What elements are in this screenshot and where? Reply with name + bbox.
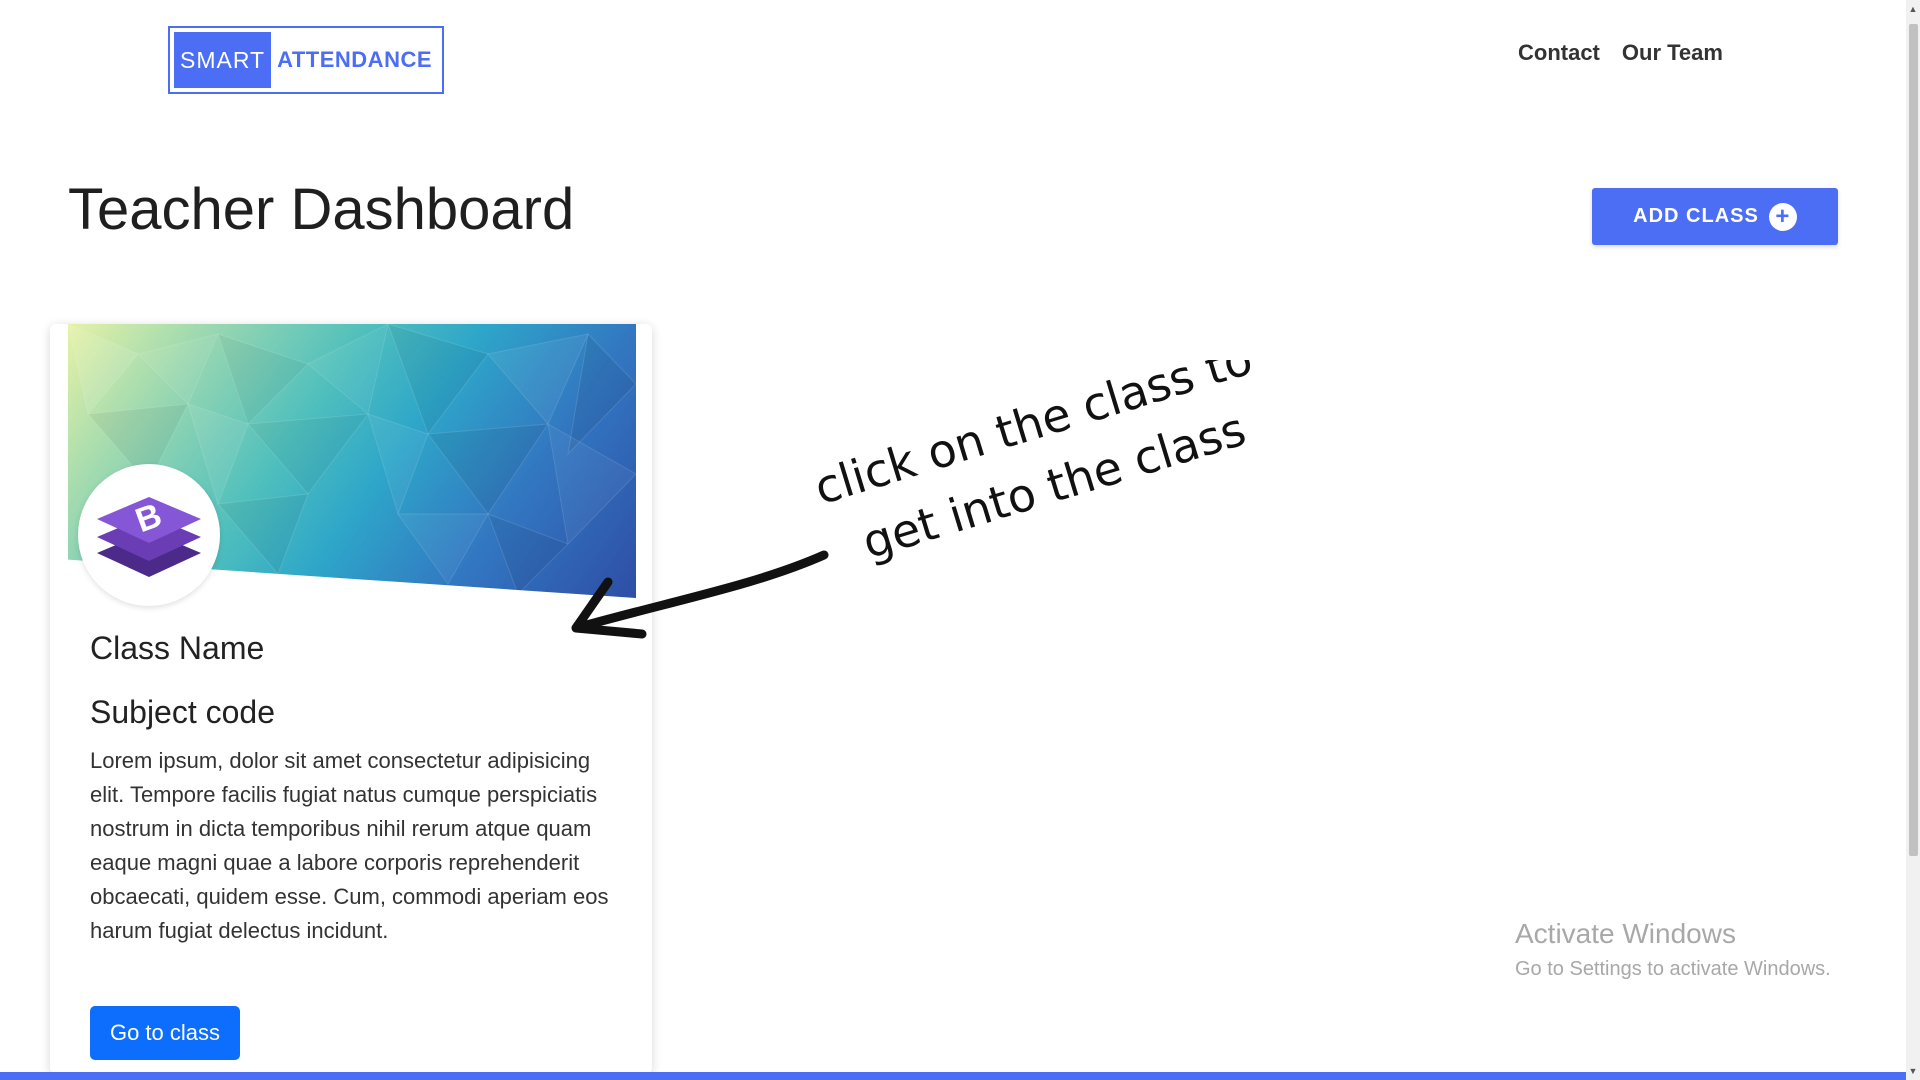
scroll-thumb[interactable]: [1909, 24, 1918, 856]
top-nav: Contact Our Team: [1518, 40, 1723, 66]
go-to-class-button[interactable]: Go to class: [90, 1006, 240, 1060]
logo-attendance-text: ATTENDANCE: [277, 47, 433, 72]
brand-logo[interactable]: SMART ATTENDANCE: [168, 26, 444, 94]
vertical-scrollbar[interactable]: ▲ ▼: [1906, 0, 1920, 1080]
windows-activation-watermark: Activate Windows Go to Settings to activ…: [1515, 918, 1831, 981]
scroll-down-arrow-icon[interactable]: ▼: [1906, 1064, 1920, 1078]
annotation-overlay: click on the class to get into the class: [571, 360, 1256, 639]
activate-subtitle: Go to Settings to activate Windows.: [1515, 958, 1831, 980]
plus-circle-icon: +: [1768, 202, 1797, 231]
nav-our-team-link[interactable]: Our Team: [1622, 40, 1723, 66]
add-class-button[interactable]: ADD CLASS +: [1592, 188, 1838, 245]
scroll-up-arrow-icon[interactable]: ▲: [1906, 2, 1920, 16]
nav-contact-link[interactable]: Contact: [1518, 40, 1600, 66]
bootstrap-logo-icon: B: [78, 464, 220, 606]
logo-smart-text: SMART: [174, 32, 272, 88]
activate-title: Activate Windows: [1515, 918, 1736, 949]
add-class-label: ADD CLASS: [1633, 205, 1759, 227]
annotation-arrow-icon: [571, 550, 829, 639]
class-name: Class Name: [90, 630, 265, 666]
class-description: Lorem ipsum, dolor sit amet consectetur …: [90, 748, 609, 943]
page-title: Teacher Dashboard: [68, 177, 575, 242]
subject-code: Subject code: [90, 694, 276, 730]
bottom-accent-bar: [0, 1072, 1906, 1080]
